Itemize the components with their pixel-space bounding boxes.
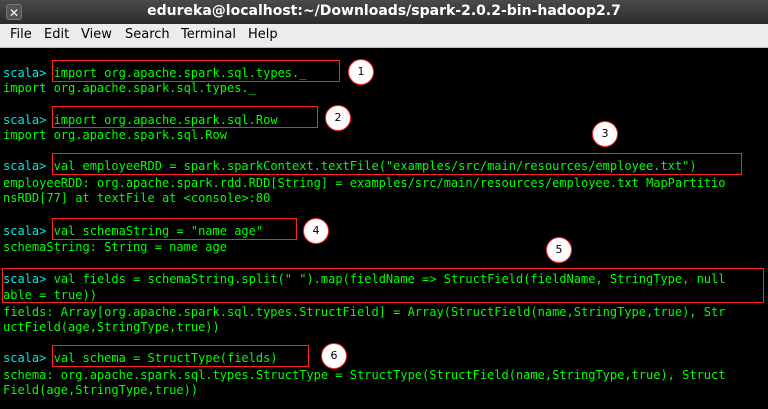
terminal-line-output: Field(age,StringType,true)) <box>3 383 199 397</box>
step-number-badge: 2 <box>325 105 351 131</box>
terminal-line-command: scala> import org.apache.spark.sql.Row <box>3 113 278 128</box>
terminal-line-output: fields: Array[org.apache.spark.sql.types… <box>3 305 726 319</box>
prompt: scala> <box>3 224 47 238</box>
menu-edit[interactable]: Edit <box>44 27 69 42</box>
window-titlebar: ✕ edureka@localhost:~/Downloads/spark-2.… <box>0 0 768 24</box>
command-text: val employeeRDD = spark.sparkContext.tex… <box>53 159 697 173</box>
command-text: import org.apache.spark.sql.types._ <box>53 66 307 80</box>
terminal-line-command: scala> val employeeRDD = spark.sparkCont… <box>3 159 697 174</box>
terminal-line-command: scala> import org.apache.spark.sql.types… <box>3 66 306 81</box>
menu-search[interactable]: Search <box>125 27 170 42</box>
step-number-badge: 3 <box>592 121 618 147</box>
window-title: edureka@localhost:~/Downloads/spark-2.0.… <box>147 3 621 19</box>
command-text: val schemaString = "name age" <box>53 224 264 238</box>
terminal-line-continuation: able = true)) <box>3 288 97 302</box>
terminal-line-command: scala> val schema = StructType(fields) <box>3 351 278 366</box>
terminal-output[interactable]: scala> import org.apache.spark.sql.types… <box>0 48 768 409</box>
step-number-badge: 5 <box>546 237 572 263</box>
step-number-badge: 4 <box>303 218 329 244</box>
step-number-badge: 6 <box>321 343 347 369</box>
terminal-line-output: schemaString: String = name age <box>3 240 227 254</box>
terminal-line-output: schema: org.apache.spark.sql.types.Struc… <box>3 368 726 382</box>
terminal-line-output: uctField(age,StringType,true)) <box>3 320 220 334</box>
prompt: scala> <box>3 113 47 127</box>
menu-view[interactable]: View <box>81 27 112 42</box>
menu-terminal[interactable]: Terminal <box>181 27 236 42</box>
command-text: val fields = schemaString.split(" ").map… <box>53 272 726 286</box>
prompt: scala> <box>3 351 47 365</box>
menu-file[interactable]: File <box>10 27 32 42</box>
command-text: val schema = StructType(fields) <box>53 351 278 365</box>
prompt: scala> <box>3 66 47 80</box>
prompt: scala> <box>3 272 47 286</box>
menu-bar: File Edit View Search Terminal Help <box>0 24 768 48</box>
terminal-line-output: import org.apache.spark.sql.types._ <box>3 81 256 95</box>
menu-help[interactable]: Help <box>248 27 278 42</box>
terminal-line-output: nsRDD[77] at textFile at <console>:80 <box>3 191 271 205</box>
terminal-line-output: employeeRDD: org.apache.spark.rdd.RDD[St… <box>3 176 726 190</box>
step-number-badge: 1 <box>348 59 374 85</box>
command-text: import org.apache.spark.sql.Row <box>53 113 278 127</box>
terminal-line-output: import org.apache.spark.sql.Row <box>3 128 227 142</box>
terminal-line-command: scala> val schemaString = "name age" <box>3 224 263 239</box>
prompt: scala> <box>3 159 47 173</box>
terminal-line-command: scala> val fields = schemaString.split("… <box>3 272 725 287</box>
